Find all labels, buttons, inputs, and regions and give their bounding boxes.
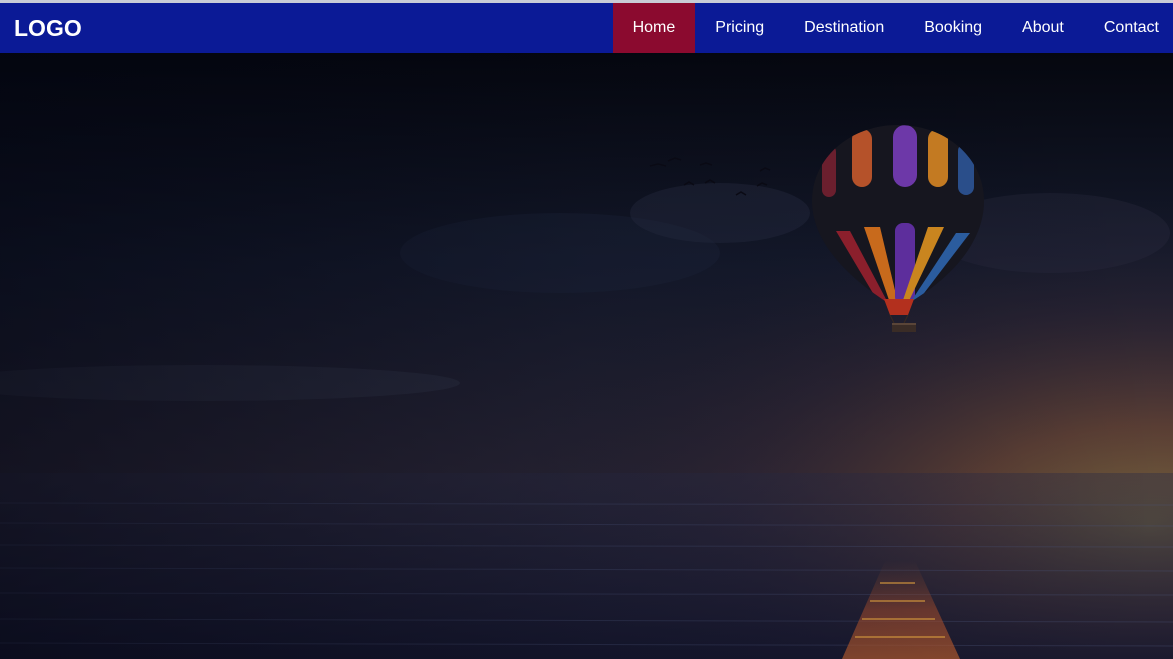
nav-item-booking[interactable]: Booking <box>904 3 1002 53</box>
nav-item-pricing[interactable]: Pricing <box>695 3 784 53</box>
nav-item-about[interactable]: About <box>1002 3 1084 53</box>
navbar: LOGO Home Pricing Destination Booking Ab… <box>0 3 1173 53</box>
nav-item-contact[interactable]: Contact <box>1084 3 1173 53</box>
hero-scene <box>0 53 1173 659</box>
nav-item-destination[interactable]: Destination <box>784 3 904 53</box>
site-logo[interactable]: LOGO <box>14 15 82 41</box>
nav-menu: Home Pricing Destination Booking About C… <box>612 3 1173 53</box>
hero-background-image <box>0 53 1173 659</box>
nav-item-home[interactable]: Home <box>612 3 696 53</box>
